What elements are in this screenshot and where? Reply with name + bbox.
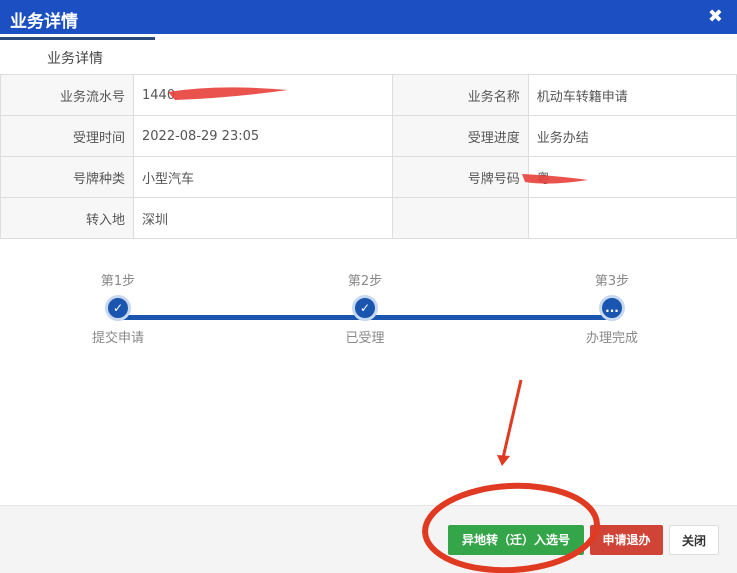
- table-row: 业务流水号 1440 业务名称 机动车转籍申请: [0, 74, 737, 116]
- label: 号牌号码: [391, 156, 529, 198]
- step-1: 第1步 ✓ 提交申请: [91, 274, 144, 346]
- step-3: 第3步 ... 办理完成: [585, 274, 638, 346]
- label: 业务流水号: [0, 74, 134, 116]
- value: 粤: [527, 156, 737, 198]
- transfer-select-number-button[interactable]: 异地转（迁）入选号: [448, 525, 584, 555]
- tab-indicator: [0, 37, 155, 40]
- label: 号牌种类: [0, 156, 134, 198]
- value: 业务办结: [527, 115, 737, 157]
- table-row: 转入地 深圳: [0, 197, 737, 239]
- details-table: 业务流水号 1440 业务名称 机动车转籍申请 受理时间 2022-08-29 …: [0, 74, 737, 239]
- tab-details[interactable]: 业务详情: [47, 48, 103, 68]
- dialog-title: 业务详情: [10, 12, 78, 32]
- value: 2022-08-29 23:05: [133, 115, 393, 157]
- value: 机动车转籍申请: [527, 74, 737, 116]
- label: 转入地: [0, 197, 134, 239]
- table-row: 受理时间 2022-08-29 23:05 受理进度 业务办结: [0, 115, 737, 157]
- close-icon[interactable]: ✖: [708, 6, 723, 27]
- value: 小型汽车: [133, 156, 393, 198]
- label: [391, 197, 529, 239]
- check-icon: ✓: [105, 295, 131, 321]
- close-button[interactable]: 关闭: [669, 525, 719, 555]
- dialog-header: 业务详情 ✖: [0, 0, 737, 34]
- ellipsis-icon: ...: [599, 295, 625, 321]
- withdraw-button[interactable]: 申请退办: [590, 525, 663, 555]
- progress-steps: 第1步 ✓ 提交申请 第2步 ✓ 已受理 第3步 ... 办理完成: [0, 270, 737, 360]
- value: [527, 197, 737, 239]
- label: 受理进度: [391, 115, 529, 157]
- step-2: 第2步 ✓ 已受理: [345, 274, 385, 346]
- label: 受理时间: [0, 115, 134, 157]
- table-row: 号牌种类 小型汽车 号牌号码 粤: [0, 156, 737, 198]
- arrow-annotation: [501, 379, 523, 459]
- dialog-footer: 异地转（迁）入选号 申请退办 关闭: [0, 505, 737, 573]
- label: 业务名称: [391, 74, 529, 116]
- arrow-head: [497, 455, 510, 466]
- check-icon: ✓: [352, 295, 378, 321]
- value: 1440: [133, 74, 393, 116]
- value: 深圳: [133, 197, 393, 239]
